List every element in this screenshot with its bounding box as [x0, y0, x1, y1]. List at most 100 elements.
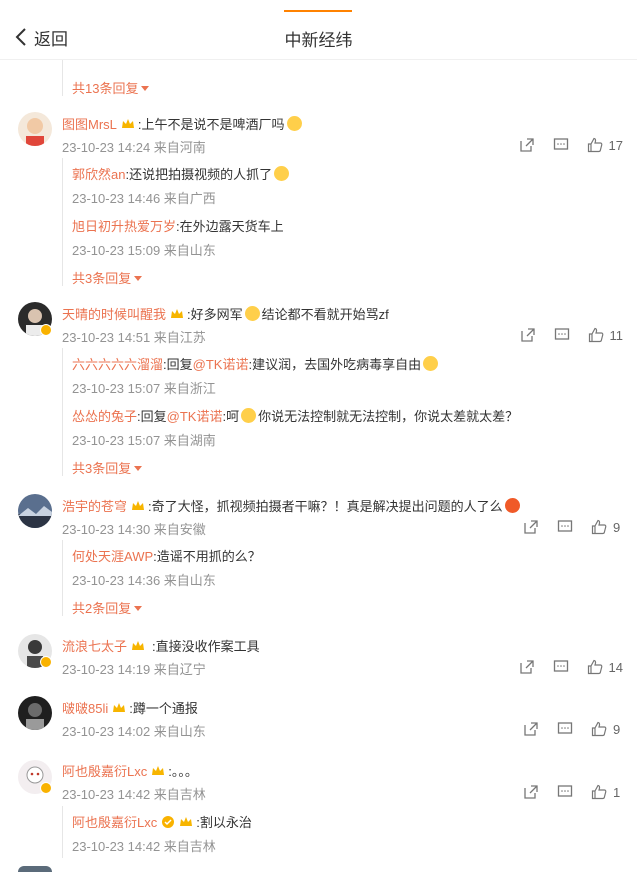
active-tab-indicator	[284, 10, 352, 12]
reply-meta: 23-10-23 14:42 来自吉林	[72, 839, 216, 854]
comment-meta: 23-10-23 14:42 来自吉林	[62, 787, 206, 802]
mention-link[interactable]: @TK诺诺	[167, 406, 223, 425]
like-count: 9	[613, 721, 621, 737]
crown-badge-icon	[151, 764, 165, 778]
share-icon[interactable]	[523, 519, 539, 535]
reply-meta: 23-10-23 15:07 来自湖南	[72, 433, 216, 448]
username-link[interactable]: 旭日初升热爱万岁	[72, 216, 176, 235]
like-count: 9	[613, 519, 621, 535]
avatar[interactable]	[18, 866, 52, 872]
crown-badge-icon	[112, 701, 126, 715]
reply-text: 六六六六六溜溜:回复 @TK诺诺:建议润，去国外吃病毒享自由	[72, 354, 440, 373]
crown-badge-icon	[131, 639, 149, 653]
comment-meta: 23-10-23 14:51 来自江苏	[62, 330, 206, 345]
comment-text: 天晴的时候叫醒我 :好多网军 结论都不看就开始骂zf	[62, 304, 389, 323]
username-link[interactable]: 流浪七太子	[62, 636, 127, 655]
comment-text: 啵啵85li :蹲一个通报	[62, 698, 198, 717]
share-icon[interactable]	[519, 137, 535, 153]
caret-down-icon	[141, 86, 150, 91]
smile-emoji-icon	[244, 306, 260, 321]
reply-divider	[62, 806, 63, 858]
reply-meta: 23-10-23 15:09 来自山东	[72, 243, 216, 258]
page-title: 中新经纬	[284, 31, 353, 50]
reply-meta: 23-10-23 14:46 来自广西	[72, 191, 216, 206]
share-icon[interactable]	[523, 721, 539, 737]
comment-text: 浩宇的苍穹 :奇了大怪，抓视频拍摄者干嘛？！真是解决提出问题的人了么	[62, 496, 522, 515]
username-link[interactable]: 阿也殷嘉衍Lxc	[62, 761, 147, 780]
cat-emoji-icon	[274, 166, 290, 181]
angry-emoji-icon	[504, 498, 520, 513]
cat-emoji-icon	[286, 116, 302, 131]
expand-replies-link[interactable]: 共13条回复	[72, 78, 150, 97]
avatar[interactable]	[18, 494, 52, 528]
comment-icon[interactable]	[557, 519, 573, 535]
reply-meta: 23-10-23 14:36 来自山东	[72, 573, 216, 588]
comment-icon[interactable]	[557, 721, 573, 737]
avatar[interactable]	[18, 696, 52, 730]
caret-down-icon	[134, 276, 143, 281]
reply-text: 郭欣然an:还说把拍摄视频的人抓了	[72, 164, 291, 183]
username-link[interactable]: 何处天涯AWP	[72, 546, 153, 565]
expand-replies-link[interactable]: 共2条回复	[72, 598, 143, 617]
comment-meta: 23-10-23 14:30 来自安徽	[62, 522, 206, 537]
like-icon[interactable]	[591, 519, 607, 535]
comment-actions: 9	[505, 518, 623, 536]
like-icon[interactable]	[587, 659, 603, 675]
like-count: 14	[608, 659, 623, 675]
reply-divider	[62, 348, 63, 476]
sad-emoji-icon	[423, 356, 439, 371]
comment-actions: 11	[502, 326, 624, 344]
crown-badge-icon	[121, 117, 135, 131]
top-bar: 返回 中新经纬	[0, 0, 637, 60]
username-link[interactable]: 阿也殷嘉衍Lxc	[72, 812, 157, 831]
mention-link[interactable]: @TK诺诺	[193, 354, 249, 373]
like-icon[interactable]	[588, 327, 604, 343]
comment-actions: 1	[505, 783, 623, 801]
username-link[interactable]: 六六六六六溜溜	[72, 354, 163, 373]
verified-icon	[161, 815, 175, 829]
comment-list: 共13条回复 图图MrsL :上午不是说不是啤酒厂吗 23-10-23 14:2…	[0, 60, 637, 872]
like-count: 1	[613, 784, 621, 800]
username-link[interactable]: 天晴的时候叫醒我	[62, 304, 166, 323]
verified-badge-icon	[40, 324, 52, 336]
reply-text: 旭日初升热爱万岁:在外边露天货车上	[72, 216, 284, 235]
reply-text: 阿也殷嘉衍Lxc :割以永治	[72, 812, 252, 831]
username-link[interactable]: 郭欣然an	[72, 164, 125, 183]
avatar[interactable]	[18, 112, 52, 146]
share-icon[interactable]	[523, 784, 539, 800]
comment-text: 阿也殷嘉衍Lxc :。。。	[62, 761, 198, 780]
comment-meta: 23-10-23 14:02 来自山东	[62, 724, 206, 739]
reply-meta: 23-10-23 15:07 来自浙江	[72, 381, 216, 396]
comment-actions: 17	[501, 136, 623, 154]
reply-text: 怂怂的兔子:回复 @TK诺诺:呵 你说无法控制就无法控制，你说太差就太差？	[72, 406, 518, 425]
username-link[interactable]: 浩宇的苍穹	[62, 496, 127, 515]
comment-icon[interactable]	[554, 327, 570, 343]
reply-divider	[62, 60, 63, 96]
comment-icon[interactable]	[553, 137, 569, 153]
verified-badge-icon	[40, 656, 52, 668]
crown-badge-icon	[131, 499, 145, 513]
like-count: 11	[609, 327, 624, 343]
verified-badge-icon	[40, 782, 52, 794]
username-link[interactable]: 啵啵85li	[62, 698, 108, 717]
reply-text: 何处天涯AWP:造谣不用抓的么？	[72, 546, 261, 565]
comment-icon[interactable]	[553, 659, 569, 675]
comment-actions: 9	[505, 720, 623, 738]
like-icon[interactable]	[591, 784, 607, 800]
caret-down-icon	[134, 466, 143, 471]
username-link[interactable]: 怂怂的兔子	[72, 406, 137, 425]
like-icon[interactable]	[587, 137, 603, 153]
share-icon[interactable]	[519, 659, 535, 675]
comment-icon[interactable]	[557, 784, 573, 800]
share-icon[interactable]	[520, 327, 536, 343]
crown-badge-icon	[170, 307, 184, 321]
comment-actions: 14	[501, 658, 623, 676]
comment-meta: 23-10-23 14:19 来自辽宁	[62, 662, 206, 677]
like-icon[interactable]	[591, 721, 607, 737]
expand-replies-link[interactable]: 共3条回复	[72, 458, 143, 477]
upside-down-emoji-icon	[241, 408, 257, 423]
expand-replies-link[interactable]: 共3条回复	[72, 268, 143, 287]
comment-text: 图图MrsL :上午不是说不是啤酒厂吗	[62, 114, 304, 133]
reply-divider	[62, 158, 63, 286]
username-link[interactable]: 图图MrsL	[62, 114, 117, 133]
